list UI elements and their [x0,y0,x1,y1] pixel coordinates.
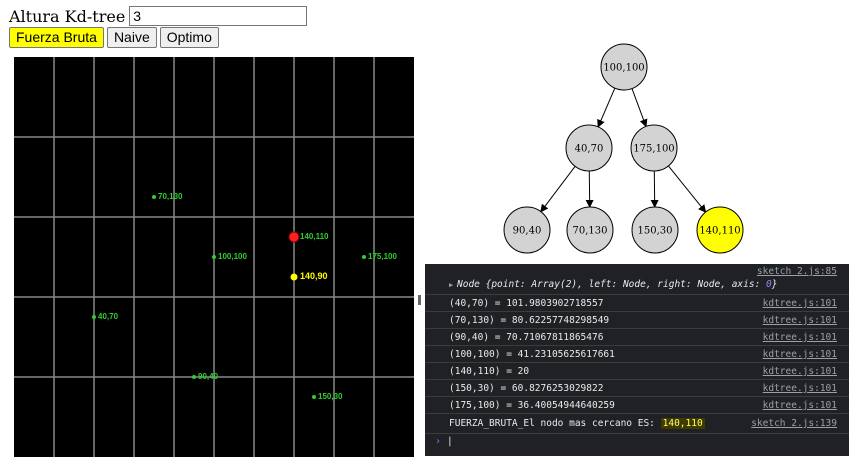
node-point-key: point: [491,279,526,290]
tree-edge [631,88,648,128]
console-line: (70,130) = 80.62257748298549 kdtree.js:10… [425,312,849,329]
console-node-entry[interactable]: sketch 2.js:85 ▶ Node {point: Array(2), … [425,264,849,295]
console-line-text: (70,130) = 80.62257748298549 [449,315,610,326]
naive-button[interactable]: Naive [106,27,157,48]
console-line-text: (175,100) = 36.40054944640259 [449,400,615,411]
console-line: (150,30) = 60.8276253029822 kdtree.js:101 [425,380,849,397]
tree-node-label: 150,30 [638,226,673,237]
node-point-val: Array(2) [531,279,578,290]
prompt-chevron-icon: › [435,436,442,447]
node-prefix: Node { [457,279,492,290]
console-line: (175,100) = 36.40054944640259 kdtree.js:1… [425,397,849,414]
console-line: (140,110) = 20 kdtree.js:101 [425,363,849,380]
console-line-source[interactable]: kdtree.js:101 [763,315,837,326]
height-input[interactable] [129,6,308,26]
nearest-point-label: 140,110 [300,232,329,241]
console-line: (40,70) = 101.9803902718557 kdtree.js:101 [425,295,849,312]
point-label: 70,130 [158,192,183,201]
tree-node-label: 70,130 [573,226,608,237]
devtools-console: sketch 2.js:85 ▶ Node {point: Array(2), … [425,264,849,456]
point-marker [92,315,96,319]
console-line-text: (100,100) = 41.23105625617661 [449,349,615,360]
point-marker [212,255,216,259]
tree-edge [597,87,616,128]
console-result-line: FUERZA_BRUTA_El nodo mas cercano ES: 140… [425,414,849,434]
tree-node-label: 175,100 [633,144,674,155]
tree-node-label: 140,110 [699,226,740,237]
console-line: (100,100) = 41.23105625617661 kdtree.js:1… [425,346,849,363]
point-label: 90,40 [198,372,219,381]
console-line-source[interactable]: kdtree.js:101 [763,332,837,343]
tree-edge [668,165,707,213]
query-point-marker [290,273,298,281]
expand-triangle-icon[interactable]: ▶ [449,281,453,289]
point-label: 100,100 [218,252,247,261]
console-line-text: (150,30) = 60.8276253029822 [449,383,604,394]
node-right-key: right: [657,279,692,290]
points-canvas[interactable]: 70,130 100,100 175,100 40,70 90,40 150,30 140,… [14,57,414,457]
algorithm-buttons: Fuerza Bruta Naive Optimo [9,27,219,48]
console-node-object: Node {point: Array(2), left: Node, right… [457,279,778,290]
console-result-source[interactable]: sketch 2.js:139 [751,418,837,429]
point-label: 40,70 [98,312,119,321]
node-suffix: } [771,279,778,290]
height-control: Altura Kd-tree [9,5,308,27]
optimal-button[interactable]: Optimo [159,27,219,48]
kd-tree-diagram: 100,100 40,70 175,100 90,40 70,130 150,30 140,… [494,40,764,260]
console-result-text: FUERZA_BRUTA_El nodo mas cercano ES: 140… [449,418,705,429]
brute-force-button[interactable]: Fuerza Bruta [9,27,104,48]
point-marker [362,255,366,259]
result-value: 140,110 [660,418,705,429]
console-line: (90,40) = 70.71067811865476 kdtree.js:101 [425,329,849,346]
point-label: 150,30 [318,392,343,401]
console-line-source[interactable]: kdtree.js:101 [763,349,837,360]
point-marker [152,195,156,199]
console-line-source[interactable]: kdtree.js:101 [763,400,837,411]
canvas-plot: 70,130 100,100 175,100 40,70 90,40 150,30 140,… [14,57,414,457]
tree-node-label: 100,100 [603,63,644,74]
height-label: Altura Kd-tree [9,6,126,26]
tree-node-label: 40,70 [575,144,604,155]
tree-edge [540,166,576,213]
console-line-text: (140,110) = 20 [449,366,530,377]
console-prompt[interactable]: › | [425,434,849,450]
console-line-source[interactable]: kdtree.js:101 [763,383,837,394]
panel-splitter[interactable] [418,295,421,305]
point-label: 175,100 [368,252,397,261]
console-line-source[interactable]: kdtree.js:101 [763,366,837,377]
console-line-text: (90,40) = 70.71067811865476 [449,332,604,343]
node-right-val: Node [697,279,721,290]
nearest-point-marker [288,231,300,243]
point-marker [312,395,316,399]
result-label: FUERZA_BRUTA_El nodo mas cercano ES: [449,418,661,429]
point-marker [192,375,196,379]
node-left-val: Node [622,279,646,290]
node-left-key: left: [588,279,618,290]
node-axis-key: axis: [731,279,761,290]
console-source-link[interactable]: sketch 2.js:85 [757,266,837,277]
tree-svg: 100,100 40,70 175,100 90,40 70,130 150,30 140,… [503,43,744,254]
prompt-cursor: | [447,436,453,447]
console-line-source[interactable]: kdtree.js:101 [763,298,837,309]
console-line-text: (40,70) = 101.9803902718557 [449,298,604,309]
tree-node-label: 90,40 [513,226,542,237]
query-point-label: 140,90 [300,271,328,281]
